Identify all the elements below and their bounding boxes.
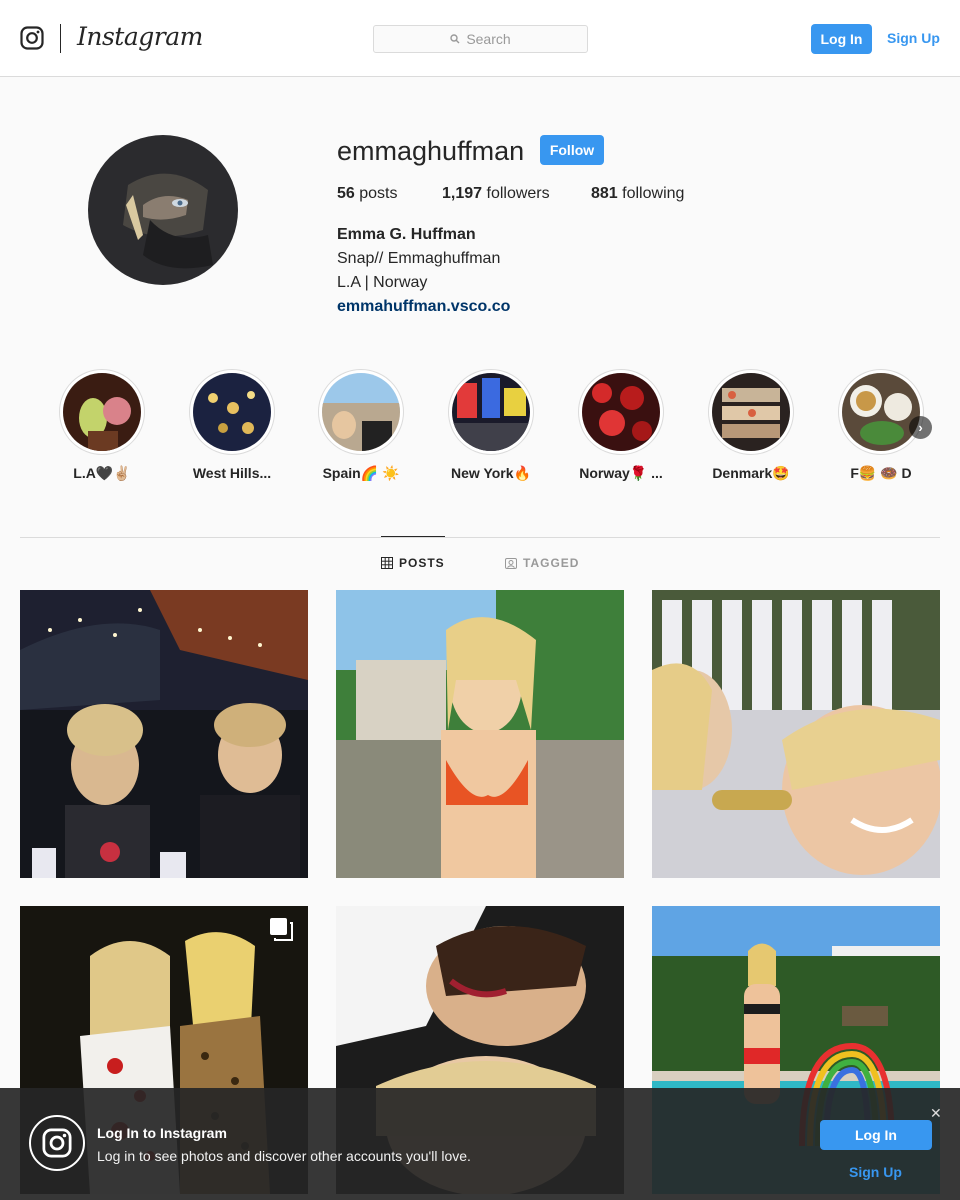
posts-count-value: 56: [337, 185, 355, 202]
highlight-ring: [318, 369, 404, 455]
highlight-cover: [582, 373, 660, 451]
profile-avatar: [88, 135, 238, 285]
highlight-cover: [193, 373, 271, 451]
story-highlight[interactable]: Denmark🤩: [696, 369, 806, 482]
tabs-divider: [20, 537, 940, 538]
highlight-ring: [838, 369, 924, 455]
highlight-label: West Hills...: [192, 465, 272, 481]
bio-line-2: L.A | Norway: [337, 274, 428, 291]
bio-line-1: Snap// Emmaghuffman: [337, 250, 501, 267]
story-highlight[interactable]: New York🔥: [436, 369, 546, 482]
highlight-cover: [842, 373, 920, 451]
multiple-photos-icon: [270, 918, 293, 941]
instagram-wordmark[interactable]: Instagram: [77, 22, 203, 51]
highlight-cover: [452, 373, 530, 451]
close-icon[interactable]: ✕: [930, 1105, 942, 1122]
banner-login-button[interactable]: Log In: [820, 1120, 932, 1150]
header-signup-link[interactable]: Sign Up: [887, 30, 940, 46]
highlight-cover: [712, 373, 790, 451]
tab-tagged[interactable]: TAGGED: [505, 556, 579, 570]
chevron-right-icon[interactable]: ›: [909, 416, 932, 439]
post-thumbnail[interactable]: [20, 590, 308, 878]
profile-website-link[interactable]: emmahuffman.vsco.co: [337, 298, 510, 316]
highlight-ring: [448, 369, 534, 455]
highlight-label: Norway🌹 ...: [579, 465, 663, 481]
search-placeholder: Search: [466, 31, 511, 47]
highlight-label: New York🔥: [451, 465, 531, 481]
highlight-label: Denmark🤩: [712, 465, 790, 481]
posts-count: 56 posts: [337, 185, 398, 203]
highlight-cover: [63, 373, 141, 451]
highlight-ring: [708, 369, 794, 455]
highlight-ring: [578, 369, 664, 455]
profile-full-name: Emma G. Huffman: [337, 226, 476, 243]
highlight-ring: [189, 369, 275, 455]
tab-posts[interactable]: POSTS: [381, 556, 445, 570]
story-highlight[interactable]: West Hills...: [177, 369, 287, 481]
grid-icon: [381, 557, 393, 569]
highlight-label: L.A🖤✌🏼: [73, 465, 131, 481]
profile-username: emmaghuffman: [337, 136, 525, 166]
story-highlight[interactable]: Norway🌹 ...: [566, 369, 676, 482]
post-thumbnail[interactable]: [652, 590, 940, 878]
follow-button[interactable]: Follow: [540, 135, 604, 165]
following-count-label: following: [622, 185, 685, 202]
story-highlight[interactable]: L.A🖤✌🏼: [47, 369, 157, 482]
followers-count-value: 1,197: [442, 185, 483, 202]
tagged-icon: [505, 558, 517, 569]
following-count[interactable]: 881 following: [591, 185, 684, 203]
banner-signup-link[interactable]: Sign Up: [849, 1164, 902, 1180]
highlight-cover: [322, 373, 400, 451]
header-login-button[interactable]: Log In: [811, 24, 872, 54]
instagram-logo-icon: [29, 1115, 85, 1171]
post-thumbnail[interactable]: [336, 590, 624, 878]
logo-divider: [60, 24, 61, 53]
tab-tagged-label: TAGGED: [523, 556, 580, 570]
instagram-camera-icon[interactable]: [20, 26, 44, 50]
following-count-value: 881: [591, 185, 618, 202]
highlight-label: F🍔 🍩 D: [850, 465, 912, 481]
highlight-ring: [59, 369, 145, 455]
highlight-label: Spain🌈 ☀️: [322, 465, 400, 481]
login-banner: Log In to Instagram Log in to see photos…: [0, 1088, 960, 1200]
banner-title: Log In to Instagram: [97, 1125, 227, 1141]
banner-text: Log in to see photos and discover other …: [97, 1148, 471, 1164]
followers-count[interactable]: 1,197 followers: [442, 185, 550, 203]
followers-count-label: followers: [486, 185, 550, 202]
search-icon: [450, 34, 460, 44]
posts-count-label: posts: [359, 185, 398, 202]
search-input[interactable]: Search: [373, 25, 588, 53]
top-header: Instagram Search Log In Sign Up: [0, 0, 960, 77]
tab-posts-label: POSTS: [399, 556, 445, 570]
story-highlight[interactable]: Spain🌈 ☀️: [306, 369, 416, 482]
active-tab-indicator: [381, 536, 445, 537]
